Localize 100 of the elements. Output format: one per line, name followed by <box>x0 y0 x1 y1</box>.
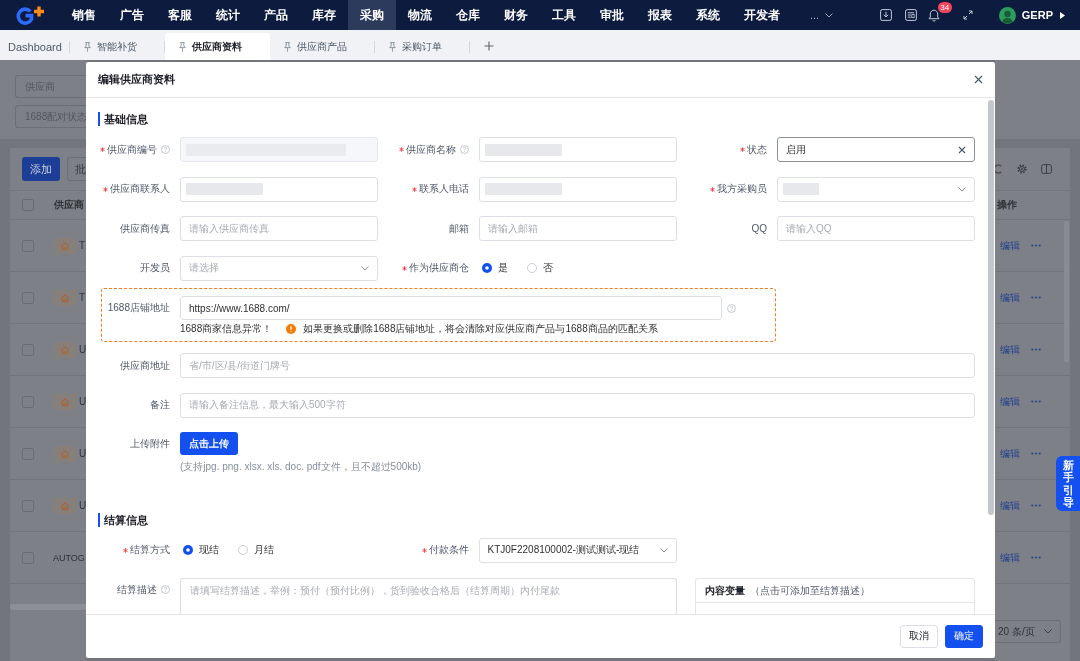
menu-item[interactable]: 统计 <box>204 0 252 30</box>
menu-item[interactable]: 财务 <box>492 0 540 30</box>
chevron-down-icon <box>659 547 668 553</box>
page-tab[interactable]: 供应商资料 <box>164 33 270 60</box>
menu-item[interactable]: 仓库 <box>444 0 492 30</box>
menu-item[interactable]: 产品 <box>252 0 300 30</box>
more-icon[interactable] <box>1031 556 1041 559</box>
field-label: 付款条件 <box>428 543 469 557</box>
more-icon[interactable] <box>1031 244 1041 247</box>
avatar-icon[interactable] <box>998 6 1016 24</box>
chevron-down-icon <box>958 186 966 192</box>
bell-icon[interactable] <box>927 8 940 22</box>
error-message: 1688商家信息异常！ <box>180 322 273 336</box>
warning-icon <box>286 324 297 334</box>
refresh-icon[interactable] <box>995 164 1002 174</box>
field-label: 结算方式 <box>130 543 170 557</box>
menu-item[interactable]: 开发者 <box>732 0 792 30</box>
menu-item[interactable]: 广告 <box>108 0 156 30</box>
upload-button[interactable]: 点击上传 <box>180 432 238 455</box>
chevron-down-icon <box>361 265 369 271</box>
select-field[interactable]: 启用 <box>777 137 975 162</box>
table-cell: U <box>79 396 87 407</box>
input-field[interactable] <box>478 176 677 202</box>
upload-hint: (支持jpg. png. xlsx. xls. doc. pdf文件，且不超过500kb) <box>180 460 422 473</box>
url-field[interactable]: https://www.1688.com/ <box>180 296 722 320</box>
panel-title: 内容变量 <box>705 583 745 598</box>
table-cell: T <box>79 240 86 251</box>
dialog-button[interactable]: 取消 <box>900 624 938 648</box>
columns-icon[interactable] <box>1041 164 1052 174</box>
caret-right-icon[interactable] <box>1060 11 1065 19</box>
page-tab[interactable]: 供应商产品 <box>269 33 375 60</box>
scrollbar-thumb[interactable] <box>988 100 994 515</box>
expand-icon[interactable] <box>962 10 973 20</box>
page-tab[interactable]: 智能补货 <box>69 33 165 60</box>
radio-option[interactable]: 否 <box>526 261 553 275</box>
panel-hint: （点击可添加至结算描述） <box>750 583 870 598</box>
field-label: 结算描述 <box>117 582 157 597</box>
more-icon[interactable] <box>1031 504 1041 507</box>
section-title: 基础信息 <box>98 112 148 126</box>
scrollbar-thumb[interactable] <box>10 604 86 610</box>
user-name[interactable]: GERP <box>1021 9 1053 21</box>
help-icon[interactable] <box>727 303 736 313</box>
radio-option[interactable]: 月结 <box>238 543 274 557</box>
help-icon[interactable] <box>459 145 469 154</box>
field-label: 备注 <box>150 398 170 412</box>
menu-item[interactable]: 物流 <box>396 0 444 30</box>
page-tab[interactable]: Dashboard <box>0 33 70 60</box>
field-label: 供应商名称 <box>405 142 456 157</box>
more-icon[interactable] <box>1031 348 1041 351</box>
input-field[interactable] <box>478 137 677 162</box>
clear-icon[interactable] <box>958 145 966 154</box>
guide-button[interactable]: 新手引导 <box>1056 456 1080 511</box>
field-label: 开发员 <box>140 261 170 275</box>
toolbar-button[interactable]: 添加 <box>22 157 60 181</box>
close-icon[interactable] <box>974 75 983 84</box>
field-label: QQ <box>751 223 767 234</box>
column-header: 供应商 <box>54 198 84 212</box>
field-label: 作为供应商仓 <box>408 261 469 275</box>
menu-item[interactable]: 审批 <box>588 0 636 30</box>
field-label: 供应商传真 <box>120 221 170 236</box>
dialog-button[interactable]: 确定 <box>945 624 983 648</box>
logo-icon[interactable] <box>14 4 47 26</box>
more-icon[interactable] <box>1031 296 1041 299</box>
field-label: 邮箱 <box>448 221 469 236</box>
radio-option[interactable]: 现结 <box>183 543 219 557</box>
dialog-title: 编辑供应商资料 <box>98 72 175 87</box>
help-icon[interactable] <box>161 585 170 594</box>
menu-item[interactable]: 报表 <box>636 0 684 30</box>
table-cell: U <box>79 448 87 459</box>
menu-item[interactable]: 客服 <box>156 0 204 30</box>
input-field[interactable] <box>180 176 378 202</box>
select-field[interactable] <box>777 176 975 202</box>
notification-badge: 34 <box>937 1 952 13</box>
settings-icon[interactable] <box>1017 164 1027 174</box>
field-label: 1688店铺地址 <box>107 301 170 315</box>
more-icon[interactable] <box>1031 452 1041 455</box>
table-cell: T <box>79 292 86 303</box>
list-box-icon[interactable] <box>904 9 917 21</box>
menu-item[interactable]: 工具 <box>540 0 588 30</box>
radio-option[interactable]: 是 <box>481 261 508 275</box>
field-label: 我方采购员 <box>717 182 767 196</box>
warning-message: 如果更换或删除1688店铺地址，将会清除对应供应商产品与1688商品的匹配关系 <box>303 322 658 336</box>
table-cell: U <box>79 344 87 355</box>
select-field[interactable]: KTJ0F2208100002-测试测试-现结 <box>478 537 677 563</box>
menu-item[interactable]: 销售 <box>60 0 108 30</box>
page-tab[interactable]: 采购订单 <box>374 33 470 60</box>
menu-item[interactable]: 库存 <box>300 0 348 30</box>
menu-item[interactable]: 系统 <box>684 0 732 30</box>
field-label: 上传附件 <box>130 436 170 451</box>
more-icon[interactable] <box>1031 400 1041 403</box>
field-label: 供应商编号 <box>107 142 157 157</box>
more-menu[interactable]: ... <box>810 9 834 21</box>
add-icon[interactable] <box>483 41 494 51</box>
field-label: 供应商地址 <box>120 358 170 373</box>
download-icon[interactable] <box>879 9 892 21</box>
menu-item[interactable]: 采购 <box>348 0 396 30</box>
field-label: 联系人电话 <box>418 182 469 196</box>
field-label: 供应商联系人 <box>110 182 170 196</box>
table-cell: AUTOG <box>53 552 85 563</box>
section-title: 结算信息 <box>98 512 148 527</box>
